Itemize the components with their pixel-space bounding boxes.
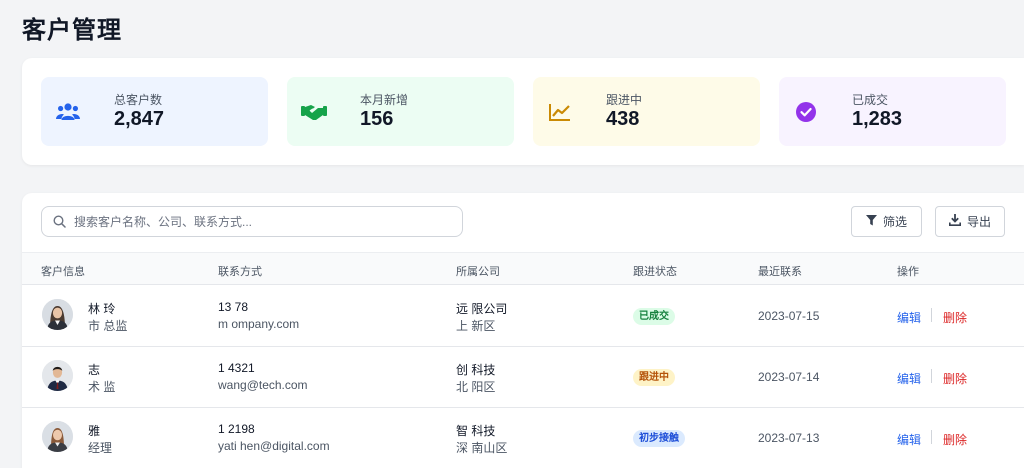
stat-card-new-this-month: 本月新增 156: [287, 77, 514, 146]
column-header: 客户信息: [41, 266, 85, 278]
customer-name: 林 玲: [88, 302, 116, 316]
last-contact-date: 2023-07-14: [758, 370, 820, 384]
column-header: 操作: [897, 266, 919, 278]
stat-value: 1,283: [852, 108, 903, 130]
last-contact-date: 2023-07-13: [758, 431, 820, 445]
filter-label: 筛选: [882, 215, 907, 229]
edit-link[interactable]: 编辑: [897, 370, 921, 387]
customer-title: 经理: [88, 441, 113, 455]
stat-label: 本月新增: [360, 93, 409, 107]
customer-phone: 1 4321: [218, 361, 255, 375]
customer-email: yati hen@digital.com: [218, 439, 330, 453]
export-label: 导出: [966, 215, 991, 229]
stat-card-following-up: 跟进中 438: [533, 77, 760, 146]
filter-button[interactable]: 筛选: [851, 206, 922, 237]
download-icon: [948, 214, 961, 229]
avatar: [42, 360, 73, 391]
stats-panel: 总客户数 2,847 本月新增 156 跟进中 438 已成交 1,283: [22, 58, 1024, 165]
users-icon: [55, 100, 81, 124]
customer-district: 深 南山区: [456, 441, 508, 455]
stat-value: 156: [360, 108, 394, 130]
delete-link[interactable]: 删除: [943, 431, 967, 448]
avatar: [42, 299, 73, 330]
table-header: 客户信息 联系方式 所属公司 跟进状态 最近联系 操作: [22, 252, 1024, 285]
status-badge: 初步接触: [633, 430, 685, 447]
customer-company: 远 限公司: [456, 302, 508, 316]
edit-link[interactable]: 编辑: [897, 431, 921, 448]
column-header: 跟进状态: [633, 266, 677, 278]
customer-phone: 1 2198: [218, 422, 255, 436]
customer-table-panel: 筛选 导出 客户信息 联系方式 所属公司 跟进状态 最近联系 操作: [22, 193, 1024, 468]
check-circle-icon: [793, 100, 819, 124]
customer-email: wang@tech.com: [218, 378, 308, 392]
customer-company: 创 科技: [456, 363, 496, 377]
action-divider: [931, 369, 932, 383]
page-title: 客户管理: [22, 17, 122, 44]
avatar: [42, 421, 73, 452]
export-button[interactable]: 导出: [935, 206, 1005, 237]
customer-title: 术 监: [88, 380, 116, 394]
customer-email: m ompany.com: [218, 317, 300, 331]
stat-label: 已成交: [852, 93, 889, 107]
customer-district: 北 阳区: [456, 380, 496, 394]
edit-link[interactable]: 编辑: [897, 309, 921, 326]
table-row[interactable]: 志 术 监 1 4321 wang@tech.com 创 科技 北 阳区 跟进中…: [22, 347, 1024, 408]
delete-link[interactable]: 删除: [943, 309, 967, 326]
customer-name: 志: [88, 363, 101, 377]
last-contact-date: 2023-07-15: [758, 309, 820, 323]
stat-value: 2,847: [114, 108, 165, 130]
action-divider: [931, 430, 932, 444]
column-header: 最近联系: [758, 266, 802, 278]
customer-title: 市 总监: [88, 319, 128, 333]
chart-line-icon: [547, 100, 573, 124]
search-icon: [53, 215, 66, 233]
stat-label: 总客户数: [114, 93, 163, 107]
filter-icon: [865, 214, 877, 229]
customer-name: 雅: [88, 424, 101, 438]
customer-company: 智 科技: [456, 424, 496, 438]
table-row[interactable]: 林 玲 市 总监 13 78 m ompany.com 远 限公司 上 新区 已…: [22, 286, 1024, 347]
column-header: 所属公司: [456, 266, 500, 278]
search-box[interactable]: [41, 206, 463, 237]
search-input[interactable]: [74, 207, 454, 236]
status-badge: 已成交: [633, 308, 675, 325]
status-badge: 跟进中: [633, 369, 675, 386]
stat-value: 438: [606, 108, 640, 130]
handshake-icon: [301, 100, 327, 124]
column-header: 联系方式: [218, 266, 262, 278]
action-divider: [931, 308, 932, 322]
stat-label: 跟进中: [606, 93, 643, 107]
customer-district: 上 新区: [456, 319, 496, 333]
table-row[interactable]: 雅 经理 1 2198 yati hen@digital.com 智 科技 深 …: [22, 408, 1024, 468]
delete-link[interactable]: 删除: [943, 370, 967, 387]
customer-phone: 13 78: [218, 300, 249, 314]
stat-card-total-customers: 总客户数 2,847: [41, 77, 268, 146]
stat-card-closed-deals: 已成交 1,283: [779, 77, 1006, 146]
